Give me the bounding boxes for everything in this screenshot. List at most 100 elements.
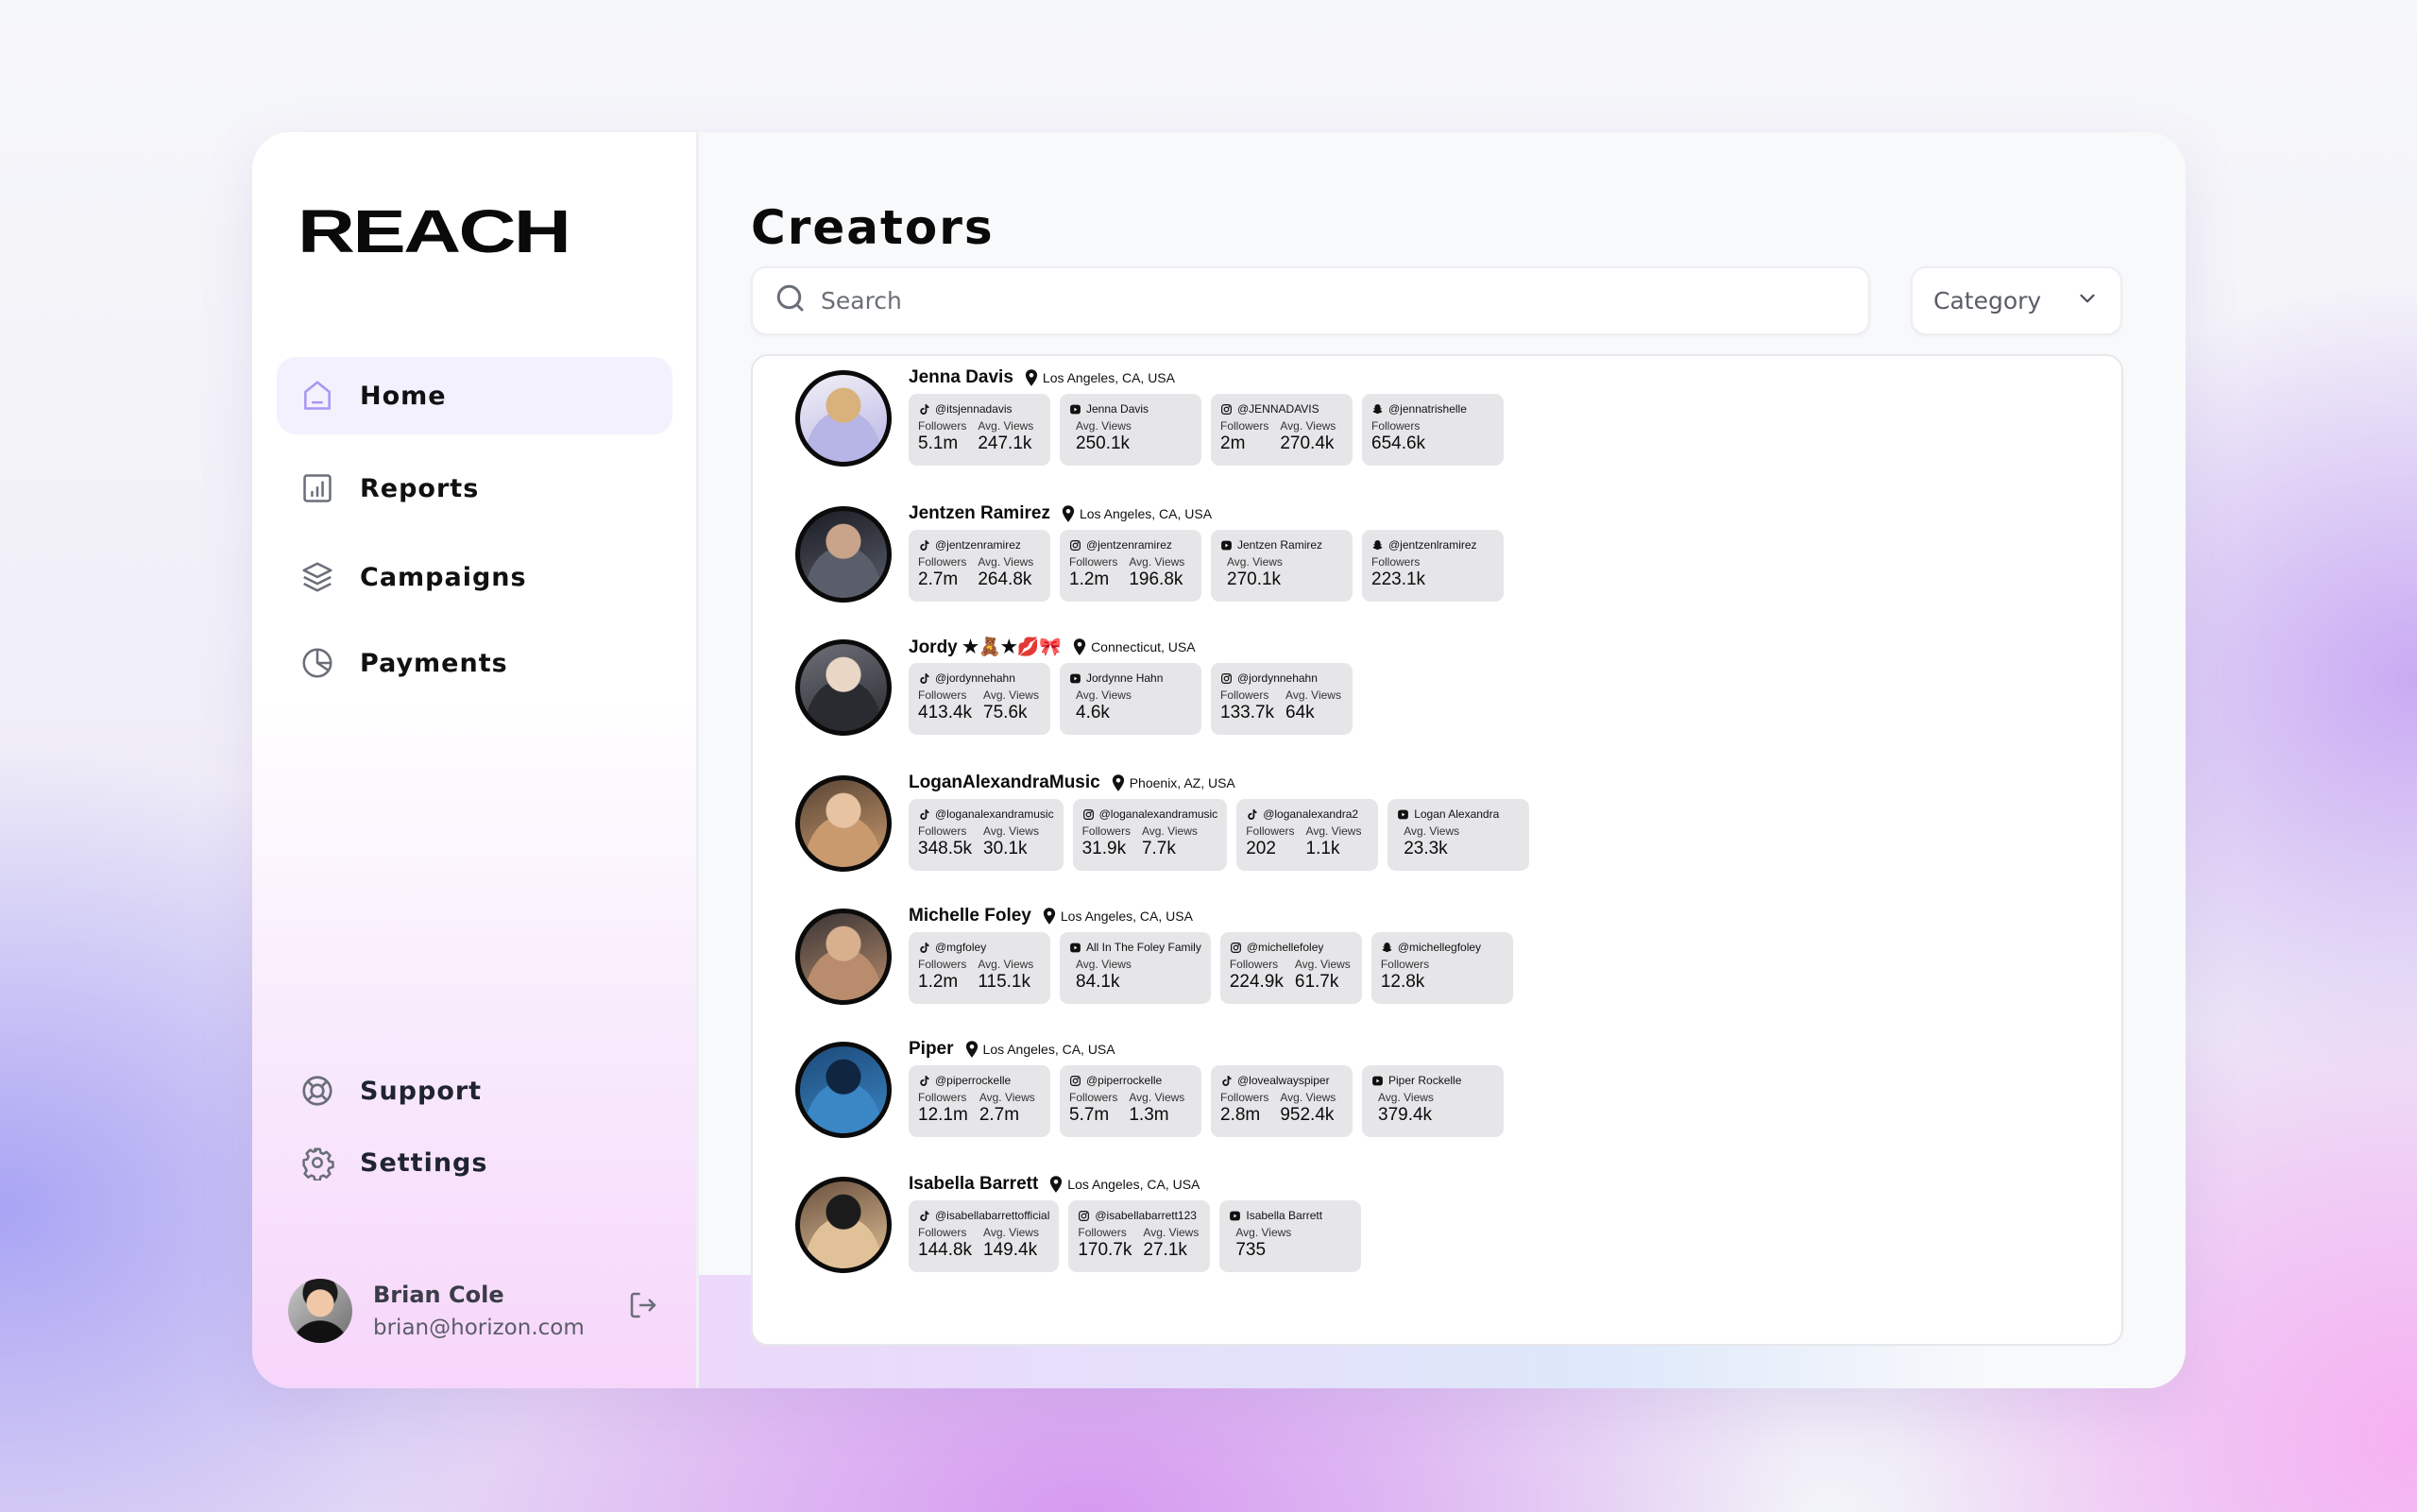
platform-card-instagram[interactable]: @jordynnehahn Followers 133.7k Avg. Views 64… <box>1211 663 1353 735</box>
platform-card-snapchat[interactable]: @michellegfoley Followers 12.8k <box>1370 932 1513 1004</box>
account-handle-row: @piperrockelle <box>1069 1073 1192 1088</box>
creator-avatar[interactable] <box>795 370 892 467</box>
sidebar-item-payments[interactable]: Payments <box>277 624 672 702</box>
stat-followers-value: 224.9k <box>1229 972 1284 992</box>
platform-cards: @jentzenramirez Followers 2.7m Avg. Views 26… <box>909 530 1504 602</box>
creator-name[interactable]: Jentzen Ramirez <box>909 503 1050 524</box>
instagram-icon <box>1069 1075 1086 1087</box>
account-stats: Followers 2m Avg. Views 270.4k <box>1220 419 1343 454</box>
stat-followers-value: 1.2m <box>1069 569 1110 589</box>
stat-followers: Followers 224.9k <box>1230 958 1284 993</box>
sidebar-item-support[interactable]: Support <box>277 1052 672 1130</box>
creator-name[interactable]: Jenna Davis <box>909 367 1013 388</box>
platform-card-youtube[interactable]: All In The Foley Family Avg. Views 84.1k <box>1060 932 1211 1004</box>
creator-location: Los Angeles, CA, USA <box>1079 506 1213 521</box>
logout-icon[interactable] <box>626 1288 660 1322</box>
account-handle: @isabellabarrett123 <box>1095 1209 1197 1222</box>
stat-avg-views-label: Avg. Views <box>1143 1226 1200 1239</box>
platform-card-instagram[interactable]: @loganalexandramusic Followers 31.9k Avg. V… <box>1072 799 1228 871</box>
platform-card-tiktok[interactable]: @piperrockelle Followers 12.1m Avg. Views 2.… <box>909 1065 1050 1137</box>
account-stats: Followers 170.7k Avg. Views 27.1k <box>1078 1226 1200 1261</box>
platform-card-instagram[interactable]: @michellefoley Followers 224.9k Avg. Views 6… <box>1219 932 1362 1004</box>
platform-card-tiktok[interactable]: @lovealwayspiper Followers 2.8m Avg. Views 9… <box>1211 1065 1353 1137</box>
creator-row[interactable]: Jenna Davis Los Angeles, CA, USA @itsjenna… <box>795 365 2099 488</box>
account-handle: @piperrockelle <box>1086 1074 1163 1087</box>
stat-followers-label: Followers <box>1069 555 1118 569</box>
sidebar-item-label: Payments <box>360 648 508 678</box>
creator-name[interactable]: Michelle Foley <box>909 906 1031 926</box>
stat-avg-views: Avg. Views 64k <box>1285 688 1341 723</box>
platform-card-youtube[interactable]: Jentzen Ramirez Avg. Views 270.1k <box>1211 530 1353 602</box>
platform-card-instagram[interactable]: @isabellabarrett123 Followers 170.7k Avg. V… <box>1068 1200 1211 1272</box>
stat-followers-value: 654.6k <box>1371 433 1426 453</box>
creator-name[interactable]: Piper <box>909 1039 954 1060</box>
account-handle: Jenna Davis <box>1086 402 1149 416</box>
creator-location: Los Angeles, CA, USA <box>1042 370 1175 385</box>
platform-card-snapchat[interactable]: @jennatrishelle Followers 654.6k <box>1362 394 1504 466</box>
stat-followers-value: 348.5k <box>918 839 973 858</box>
platform-card-youtube[interactable]: Jordynne Hahn Avg. Views 4.6k <box>1060 663 1201 735</box>
platform-card-tiktok[interactable]: @jordynnehahn Followers 413.4k Avg. Views 75… <box>909 663 1050 735</box>
platform-card-tiktok[interactable]: @jentzenramirez Followers 2.7m Avg. Views 26… <box>909 530 1050 602</box>
stat-avg-views: Avg. Views 1.3m <box>1129 1091 1184 1126</box>
platform-cards: @mgfoley Followers 1.2m Avg. Views 115.1k All… <box>909 932 1513 1004</box>
sidebar-item-home[interactable]: Home <box>277 357 672 434</box>
platform-card-youtube[interactable]: Isabella Barrett Avg. Views 735 <box>1219 1200 1362 1272</box>
youtube-icon <box>1229 1210 1246 1222</box>
stat-avg-views-label: Avg. Views <box>978 958 1034 971</box>
creator-name[interactable]: Isabella Barrett <box>909 1174 1038 1195</box>
creator-row[interactable]: Jentzen Ramirez Los Angeles, CA, USA @jent… <box>795 501 2099 624</box>
pie-chart-icon <box>299 645 335 681</box>
creator-avatar[interactable] <box>795 909 892 1005</box>
account-stats: Avg. Views 84.1k <box>1069 958 1201 993</box>
platform-card-tiktok[interactable]: @loganalexandramusic Followers 348.5k Avg. … <box>909 799 1064 871</box>
stat-followers: Followers 5.1m <box>918 419 966 454</box>
creator-avatar[interactable] <box>795 506 892 603</box>
stat-avg-views-label: Avg. Views <box>983 1226 1039 1239</box>
location-pin-icon <box>1062 505 1075 522</box>
creator-avatar[interactable] <box>795 1177 892 1273</box>
platform-card-tiktok[interactable]: @itsjennadavis Followers 5.1m Avg. Views 247… <box>909 394 1050 466</box>
creator-avatar[interactable] <box>795 1042 892 1138</box>
sidebar-item-campaigns[interactable]: Campaigns <box>277 538 672 616</box>
creator-row[interactable]: Michelle Foley Los Angeles, CA, USA @mgfol… <box>795 904 2099 1027</box>
stat-avg-views-value: 247.1k <box>978 433 1032 453</box>
youtube-icon <box>1220 539 1237 552</box>
platform-card-youtube[interactable]: Piper Rockelle Avg. Views 379.4k <box>1362 1065 1504 1137</box>
platform-card-instagram[interactable]: @piperrockelle Followers 5.7m Avg. Views 1.3… <box>1060 1065 1201 1137</box>
search-input[interactable] <box>821 287 1765 314</box>
platform-card-tiktok[interactable]: @loganalexandra2 Followers 202 Avg. Views 1.… <box>1236 799 1379 871</box>
creator-name[interactable]: Jordy ★🧸★💋🎀 <box>909 636 1062 658</box>
stat-avg-views-value: 264.8k <box>978 569 1032 589</box>
creator-avatar[interactable] <box>795 639 892 736</box>
user-profile: Brian Cole brian@horizon.com <box>288 1273 666 1349</box>
stat-followers-label: Followers <box>1220 1091 1269 1104</box>
creator-name[interactable]: LoganAlexandraMusic <box>909 773 1100 793</box>
account-handle-row: @isabellabarrettofficial <box>918 1208 1049 1223</box>
platform-cards: @itsjennadavis Followers 5.1m Avg. Views 247… <box>909 394 1504 466</box>
stat-followers-label: Followers <box>918 1091 967 1104</box>
creator-row[interactable]: LoganAlexandraMusic Phoenix, AZ, USA @loga… <box>795 771 2099 893</box>
sidebar-item-settings[interactable]: Settings <box>277 1124 672 1201</box>
platform-card-youtube[interactable]: Jenna Davis Avg. Views 250.1k <box>1060 394 1201 466</box>
search-bar[interactable] <box>751 266 1870 335</box>
account-handle: @isabellabarrettofficial <box>935 1209 1050 1222</box>
location-pin-icon <box>1043 908 1056 925</box>
creator-row[interactable]: Isabella Barrett Los Angeles, CA, USA @isa… <box>795 1172 2099 1295</box>
creator-row[interactable]: Piper Los Angeles, CA, USA @piperrockelle F… <box>795 1037 2099 1160</box>
avatar[interactable] <box>288 1279 352 1343</box>
creator-avatar[interactable] <box>795 775 892 872</box>
tiktok-icon <box>1220 1075 1237 1087</box>
platform-card-youtube[interactable]: Logan Alexandra Avg. Views 23.3k <box>1387 799 1530 871</box>
category-dropdown[interactable]: Category <box>1911 266 2122 335</box>
stat-followers-label: Followers <box>918 419 967 433</box>
platform-card-snapchat[interactable]: @jentzenlramirez Followers 223.1k <box>1362 530 1504 602</box>
platform-card-instagram[interactable]: @JENNADAVIS Followers 2m Avg. Views 270.4k <box>1211 394 1353 466</box>
creator-row[interactable]: Jordy ★🧸★💋🎀 Connecticut, USA @jordynnehahn… <box>795 635 2099 757</box>
platform-card-instagram[interactable]: @jentzenramirez Followers 1.2m Avg. Views 19… <box>1060 530 1201 602</box>
platform-card-tiktok[interactable]: @isabellabarrettofficial Followers 144.8k A… <box>909 1200 1060 1272</box>
platform-card-tiktok[interactable]: @mgfoley Followers 1.2m Avg. Views 115.1k <box>909 932 1050 1004</box>
sidebar-item-reports[interactable]: Reports <box>277 450 672 527</box>
stat-followers: Followers 2.8m <box>1220 1091 1268 1126</box>
sidebar: REACH Home Reports Campaigns Payments Su… <box>252 132 699 1388</box>
